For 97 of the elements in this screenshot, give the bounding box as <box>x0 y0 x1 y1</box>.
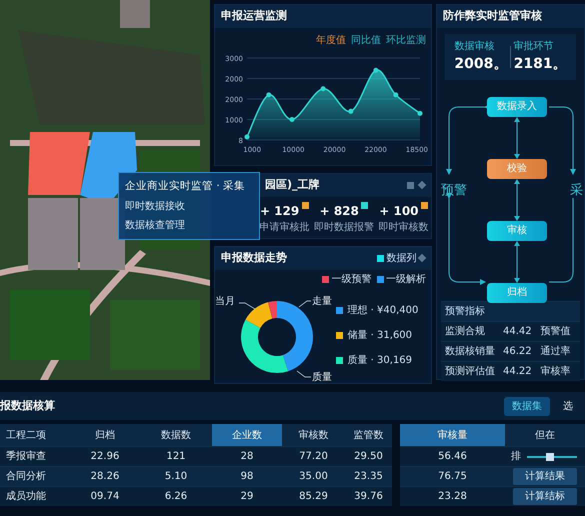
legend-item: 理想 · ¥40,400 <box>348 304 418 318</box>
calculate-button[interactable]: 计算结标 <box>513 488 577 505</box>
stat-value: + 100 <box>379 202 419 220</box>
legend-item: 一级预警 <box>332 273 372 287</box>
stat-label: 数据审核 <box>454 40 496 54</box>
table-cell: 56.46 <box>400 446 505 466</box>
leader-line <box>238 302 256 310</box>
data-point <box>320 86 326 91</box>
leader-line <box>296 370 312 378</box>
table-cell: 合同分析 <box>0 466 70 486</box>
table-cell: 29 <box>212 486 282 506</box>
section-title: 报数据核算 <box>0 398 55 414</box>
slider-label: 排 <box>511 450 521 464</box>
column-header[interactable]: 企业数 <box>212 424 282 446</box>
data-point <box>266 92 272 97</box>
callout-label: 当月 <box>215 296 235 307</box>
column-header[interactable]: 工程二项 <box>0 424 70 446</box>
table-cell: 35.00 <box>282 466 345 486</box>
data-point <box>348 108 354 114</box>
data-point <box>244 134 250 139</box>
table-cell: 28.26 <box>70 466 140 486</box>
data-point <box>373 67 378 72</box>
connector-arrow <box>514 116 520 158</box>
flow-node: 数据录入 <box>487 96 547 116</box>
column-header[interactable]: 但在 <box>505 424 585 446</box>
table-cell: 85.29 <box>282 486 345 506</box>
square-icon <box>377 254 384 262</box>
flow-node: 校验 <box>487 158 547 178</box>
table-cell-text: 通过率 <box>540 344 572 358</box>
stat-value: 2008。 <box>454 54 508 74</box>
column-header[interactable]: 监管数 <box>345 424 392 446</box>
table-cell: 09.74 <box>70 486 140 506</box>
table-cell: 6.26 <box>140 486 212 506</box>
flow-node: 审核 <box>487 220 547 240</box>
tab-button[interactable]: 数据集 <box>504 396 550 416</box>
table-cell-text: 预测评估值 <box>445 364 496 378</box>
side-label: 预警 <box>441 182 467 200</box>
table-cell-text: 44.22 <box>503 364 533 378</box>
square-icon <box>407 182 414 189</box>
legend-item: 一级解析 <box>386 272 426 287</box>
legend-item: 储量 · 31,600 <box>348 328 412 342</box>
table-cell-text: 44.42 <box>503 324 533 338</box>
panel-title: 防作弊实时监管审核 <box>443 8 542 24</box>
panel-title: 申报运营监测 <box>221 8 287 24</box>
tab-button[interactable]: 选 <box>555 396 581 416</box>
data-point <box>289 116 294 122</box>
table-cell-text: 数据核销量 <box>445 344 496 358</box>
table-cell: 23.28 <box>400 486 505 506</box>
stat-label: 即时数据报警 <box>314 220 374 234</box>
column-header[interactable]: 审核数 <box>282 424 345 446</box>
legend-item: 质量 · 30,169 <box>348 354 412 368</box>
panel-title: 申报数据走势 <box>221 250 287 266</box>
table-cell: 22.96 <box>70 446 140 466</box>
stat-label: 申请审核批 <box>259 220 310 234</box>
table-cell-text: 预警值 <box>540 324 572 338</box>
callout-label: 走量 <box>312 296 332 307</box>
table-cell: 76.75 <box>400 466 505 486</box>
table-cell: 成员功能 <box>0 486 70 506</box>
stat-value: + 828 <box>320 202 359 220</box>
table-title: 预警指标 <box>445 304 485 318</box>
stat-label: 审批环节 <box>514 40 555 54</box>
table-cell: 季报审查 <box>0 446 70 466</box>
table-cell-text: 监测合规 <box>445 324 486 338</box>
table-cell-text: 审核率 <box>540 364 572 378</box>
connector-arrow <box>514 178 520 220</box>
side-label: 采 <box>570 182 583 200</box>
tooltip-item: 即时数据接收 <box>125 200 186 214</box>
connector-arrow <box>514 240 520 282</box>
column-header[interactable]: 数据数 <box>140 424 212 446</box>
callout-label: 质量 <box>312 372 332 383</box>
table-cell-text: 46.22 <box>503 344 533 358</box>
tooltip-item: 数据核查管理 <box>125 218 186 233</box>
data-point <box>418 110 422 116</box>
stat-value: + 129 <box>260 202 300 220</box>
stat-label: 即时审核数 <box>378 220 429 234</box>
legend-item: 同比值 <box>351 34 381 48</box>
flow-node: 归档 <box>487 282 547 302</box>
tooltip-title: 企业商业实时监管 · 采集 <box>125 179 246 194</box>
table-cell: 29.50 <box>345 446 392 466</box>
column-header[interactable]: 审核量 <box>400 424 505 446</box>
data-point <box>393 92 398 97</box>
table-cell: 5.10 <box>140 466 212 486</box>
table-cell: 77.20 <box>282 446 345 466</box>
stat-value: 2181。 <box>514 54 567 74</box>
table-cell: 23.35 <box>345 466 392 486</box>
slider-thumb[interactable] <box>546 452 554 460</box>
legend-item: 年度值 <box>316 34 346 48</box>
column-header[interactable]: 归档 <box>70 424 140 446</box>
series-label: 数据列 <box>386 252 416 266</box>
table-cell: 39.76 <box>345 486 392 506</box>
table-cell: 28 <box>212 446 282 466</box>
leader-line <box>298 300 312 308</box>
panel-title: 园區)_工牌 <box>265 177 320 193</box>
table-cell: 98 <box>212 466 282 486</box>
calculate-button[interactable]: 计算结果 <box>513 468 577 485</box>
legend-item: 环比监测 <box>386 34 426 48</box>
table-cell: 121 <box>140 446 212 466</box>
